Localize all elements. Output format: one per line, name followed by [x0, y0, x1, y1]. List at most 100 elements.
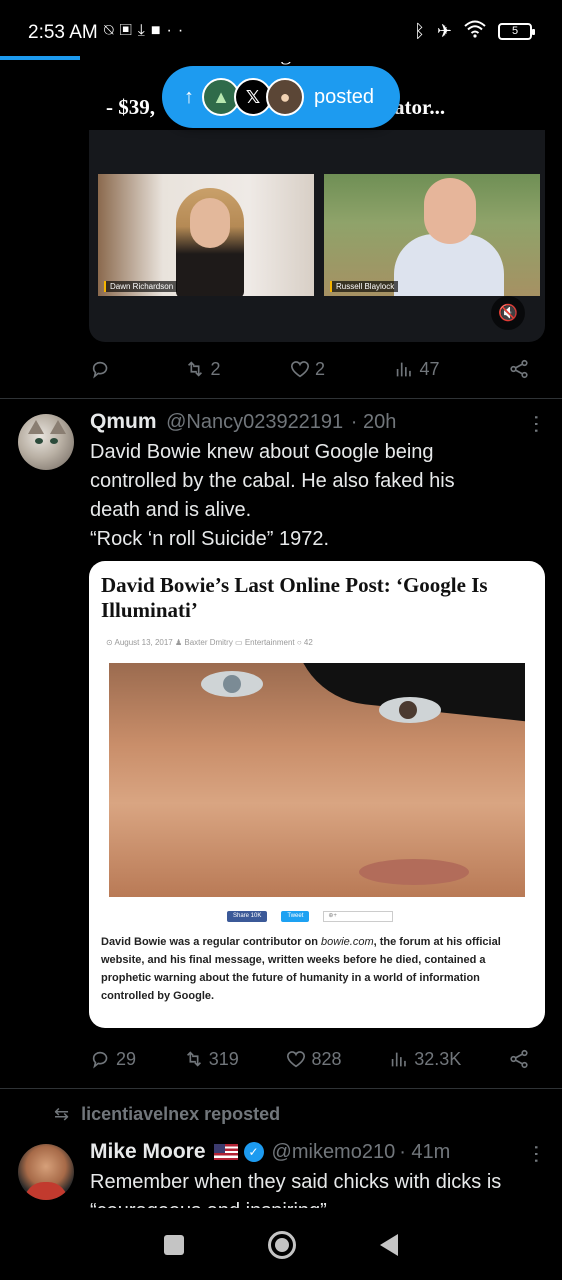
facebook-share-button: Share 10K: [227, 911, 268, 922]
repost-icon: [188, 361, 203, 377]
tweet2-text-line: death and is alive.: [90, 499, 252, 521]
tweet1-video-title-line2-end: ator...: [394, 95, 446, 119]
views-icon: [391, 1052, 407, 1067]
mute-icon[interactable]: 🔇: [491, 296, 525, 330]
share-button[interactable]: [508, 1048, 530, 1070]
tweet1-video-title-line2-start: - $39,: [106, 95, 155, 119]
tweet3-time: · 41m: [399, 1140, 451, 1163]
tweet2-text-line: “Rock ‘n roll Suicide” 1972.: [90, 528, 329, 550]
share-icon: [510, 1049, 528, 1069]
share-button[interactable]: [508, 358, 530, 380]
cat-ear: [28, 420, 44, 434]
reply-button[interactable]: [90, 358, 116, 380]
tweet3-text: Remember when they said chicks with dick…: [90, 1168, 545, 1208]
loading-progress-bar: [0, 56, 80, 60]
battery-icon: 5: [498, 23, 535, 40]
cat-ear: [50, 420, 66, 434]
tweet1-action-bar: 2 2 47: [90, 358, 530, 380]
views-button[interactable]: 47: [393, 358, 440, 380]
video-panel-left: Dawn Richardson: [98, 174, 314, 296]
status-left-icons: ⍉▣⤓■··: [104, 22, 189, 40]
airplane-icon: ✈: [436, 21, 452, 41]
repost-icon: [186, 1051, 201, 1067]
views-count: 32.3K: [414, 1048, 462, 1069]
more-options-icon[interactable]: ⋯: [524, 414, 548, 435]
tweet2-text-line: controlled by the cabal. He also faked h…: [90, 470, 455, 492]
video-caption-right: Russell Blaylock: [330, 281, 399, 292]
video-icon: ■: [150, 22, 167, 39]
tweet2-image[interactable]: David Bowie’s Last Online Post: ‘Google …: [89, 561, 545, 1028]
status-bar: 2:53 AM ⍉▣⤓■·· ᛒ ✈ 5: [0, 0, 562, 62]
avatar: ●: [266, 78, 304, 116]
share-count-box: ⊕+: [323, 911, 394, 922]
tweet3-handle[interactable]: @mikemo210: [272, 1141, 396, 1164]
repost-count: 319: [208, 1048, 239, 1069]
video-player[interactable]: Dawn Richardson Russell Blaylock 🔇: [89, 130, 545, 342]
share-icon: [510, 359, 528, 379]
article-meta: ⊙ August 13, 2017 ♟ Baxter Dmitry ▭ Ente…: [106, 638, 313, 647]
tweet2-header: Qmum @Nancy023922191 · 20h: [90, 410, 396, 434]
pill-label: posted: [314, 85, 375, 108]
cat-eye: [50, 438, 58, 444]
tweet2-action-bar: 29 319 828 32.3K: [90, 1048, 530, 1070]
tweet2-time: · 20h: [350, 411, 397, 433]
new-posts-pill[interactable]: ↑ ▲ 𝕏 ● posted: [162, 66, 400, 128]
views-icon: [397, 362, 412, 377]
verified-badge-icon: ✓: [243, 1142, 264, 1162]
us-flag-icon: [213, 1144, 238, 1160]
tweet3-text-line: Remember when they said chicks with dick…: [90, 1171, 502, 1193]
article-photo: [109, 663, 525, 897]
repost-button[interactable]: 319: [183, 1048, 239, 1070]
repost-indicator[interactable]: ⇆ licentiavelnex reposted: [54, 1104, 280, 1125]
tweet2-handle[interactable]: @Nancy023922191: [166, 411, 343, 433]
avatar[interactable]: [18, 414, 74, 470]
face-left: [190, 198, 230, 248]
article-body-site: bowie.com: [321, 936, 374, 948]
like-button[interactable]: 2: [289, 358, 325, 380]
tweet-share-button: Tweet: [281, 911, 310, 922]
repost-label: licentiavelnex reposted: [81, 1104, 281, 1124]
tweet3-author-name[interactable]: Mike Moore: [90, 1140, 206, 1164]
lips: [359, 859, 469, 885]
status-right-icons: ᛒ ✈ 5: [414, 20, 535, 43]
like-button[interactable]: 828: [285, 1048, 342, 1070]
article-body-start: David Bowie was a regular contributor on: [101, 936, 322, 948]
reply-icon: [92, 1051, 108, 1069]
more-options-icon[interactable]: ⋯: [524, 1144, 548, 1165]
notifications-off-icon: ⍉: [104, 22, 120, 39]
back-button[interactable]: [380, 1234, 398, 1256]
article-body: David Bowie was a regular contributor on…: [101, 933, 533, 1005]
home-button[interactable]: [268, 1231, 296, 1259]
tweet2-text: David Bowie knew about Google being cont…: [90, 438, 540, 554]
avatar[interactable]: [18, 1144, 74, 1200]
tweet3-text-line: “courageous and inspiring”: [90, 1197, 545, 1208]
tweet2-author-name[interactable]: Qmum: [90, 410, 157, 433]
divider: [0, 1088, 562, 1089]
video-caption-left: Dawn Richardson: [104, 281, 178, 292]
reply-button[interactable]: 29: [90, 1048, 136, 1070]
iris: [399, 701, 417, 719]
repost-count: 2: [210, 358, 221, 379]
heart-icon: [287, 1051, 306, 1068]
reply-count: 29: [116, 1048, 137, 1069]
iris: [223, 675, 241, 693]
like-count: 828: [311, 1048, 342, 1069]
reply-icon: [92, 361, 108, 379]
face-right: [424, 178, 476, 244]
recent-apps-button[interactable]: [164, 1235, 184, 1255]
article-title: David Bowie’s Last Online Post: ‘Google …: [101, 573, 488, 622]
arrow-up-icon: ↑: [184, 85, 194, 108]
pill-avatars: ▲ 𝕏 ●: [202, 78, 304, 116]
views-count: 47: [419, 358, 440, 379]
system-navigation-bar: [0, 1210, 562, 1280]
wifi-icon: [464, 20, 486, 43]
bluetooth-icon: ᛒ: [414, 21, 425, 41]
more-icon: ··: [166, 22, 190, 39]
tweet2-text-line: David Bowie knew about Google being: [90, 441, 434, 463]
views-button[interactable]: 32.3K: [388, 1048, 461, 1070]
repost-button[interactable]: 2: [184, 358, 221, 380]
status-time: 2:53 AM: [28, 22, 98, 43]
like-count: 2: [314, 358, 325, 379]
sim-icon: ▣: [119, 22, 138, 39]
cat-eye: [35, 438, 43, 444]
